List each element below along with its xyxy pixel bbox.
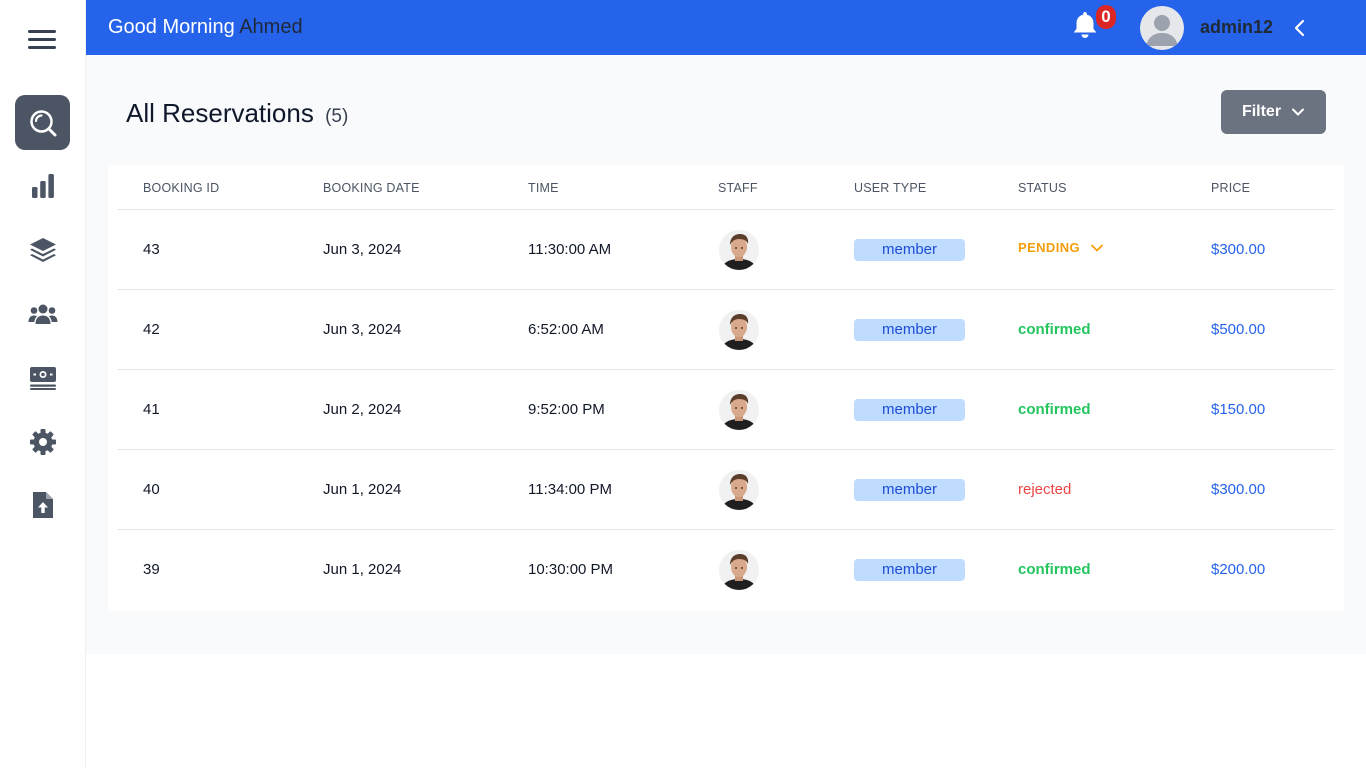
booking-time: 9:52:00 PM: [528, 401, 605, 418]
price: $500.00: [1211, 321, 1266, 338]
booking-date: Jun 1, 2024: [323, 561, 402, 578]
price: $150.00: [1211, 401, 1266, 418]
chevron-down-icon: [1292, 108, 1305, 116]
hamburger-menu-icon[interactable]: [28, 28, 56, 50]
user-type-badge: member: [854, 559, 965, 581]
booking-date: Jun 3, 2024: [323, 241, 402, 258]
staff-avatar[interactable]: [719, 390, 759, 430]
filter-label: Filter: [1241, 103, 1282, 120]
table-row[interactable]: 40 Jun 1, 2024 11:34:00 PM member reject…: [117, 450, 1334, 530]
booking-time: 6:52:00 AM: [528, 321, 604, 338]
price: $300.00: [1211, 241, 1266, 258]
status-label: PENDING: [1018, 240, 1081, 255]
booking-date: Jun 1, 2024: [323, 481, 402, 498]
user-type-badge: member: [854, 319, 965, 341]
reservation-count: (5): [325, 106, 349, 127]
sidebar: [0, 0, 86, 768]
greeting: Good Morning Ahmed: [108, 16, 303, 39]
staff-avatar[interactable]: [719, 470, 759, 510]
user-type-badge: member: [854, 479, 965, 501]
column-header-booking-id[interactable]: BOOKING ID: [143, 181, 219, 195]
sidebar-item-statistics[interactable]: [15, 158, 70, 213]
page-title: All Reservations (5): [126, 98, 348, 129]
sidebar-item-search[interactable]: [15, 95, 70, 150]
reservations-table: BOOKING ID BOOKING DATE TIME STAFF USER …: [108, 165, 1344, 611]
column-header-booking-date[interactable]: BOOKING DATE: [323, 181, 420, 195]
price: $200.00: [1211, 561, 1266, 578]
booking-id: 40: [143, 481, 160, 498]
sidebar-item-users[interactable]: [15, 286, 70, 341]
table-row[interactable]: 42 Jun 3, 2024 6:52:00 AM member confirm…: [117, 290, 1334, 370]
booking-id: 42: [143, 321, 160, 338]
notification-count-badge: 0: [1096, 5, 1116, 29]
money-icon: [29, 366, 56, 390]
sidebar-item-file-upload[interactable]: [15, 477, 70, 532]
file-upload-icon: [32, 491, 53, 518]
top-bar: Good Morning Ahmed 0 admin12: [86, 0, 1366, 55]
user-avatar[interactable]: [1140, 6, 1184, 50]
greeting-text: Good Morning: [108, 16, 235, 38]
booking-time: 10:30:00 PM: [528, 561, 614, 578]
status-badge: confirmed: [1018, 401, 1091, 418]
user-type-badge: member: [854, 239, 965, 261]
booking-time: 11:34:00 PM: [528, 481, 612, 498]
booking-id: 41: [143, 401, 160, 418]
booking-date: Jun 3, 2024: [323, 321, 402, 338]
search-icon: [29, 109, 56, 136]
sidebar-item-settings[interactable]: [15, 414, 70, 469]
staff-avatar[interactable]: [719, 310, 759, 350]
column-header-time[interactable]: TIME: [528, 181, 559, 195]
chevron-left-icon[interactable]: [1292, 17, 1308, 39]
table-row[interactable]: 39 Jun 1, 2024 10:30:00 PM member confir…: [117, 530, 1334, 610]
notifications-bell-icon[interactable]: [1072, 10, 1098, 40]
booking-date: Jun 2, 2024: [323, 401, 402, 418]
username[interactable]: admin12: [1200, 17, 1273, 38]
status-badge: confirmed: [1018, 561, 1091, 578]
column-header-user-type[interactable]: USER TYPE: [854, 181, 926, 195]
column-header-staff[interactable]: STAFF: [718, 181, 758, 195]
table-row[interactable]: 41 Jun 2, 2024 9:52:00 PM member confirm…: [117, 370, 1334, 450]
user-type-badge: member: [854, 399, 965, 421]
page-title-text: All Reservations: [126, 98, 314, 128]
sidebar-item-payments[interactable]: [15, 350, 70, 405]
table-row[interactable]: 43 Jun 3, 2024 11:30:00 AM member PENDIN…: [117, 210, 1334, 290]
staff-avatar[interactable]: [719, 230, 759, 270]
filter-button[interactable]: Filter: [1221, 90, 1326, 134]
gear-icon: [29, 428, 56, 455]
status-badge: rejected: [1018, 481, 1072, 498]
table-header: BOOKING ID BOOKING DATE TIME STAFF USER …: [117, 165, 1334, 210]
price: $300.00: [1211, 481, 1266, 498]
chevron-down-icon: [1091, 244, 1103, 252]
users-icon: [28, 304, 57, 324]
sidebar-item-layers[interactable]: [15, 222, 70, 277]
greeting-username: Ahmed: [239, 16, 303, 38]
booking-id: 39: [143, 561, 160, 578]
main-content: All Reservations (5) Filter BOOKING ID B…: [86, 55, 1366, 654]
booking-time: 11:30:00 AM: [528, 241, 612, 258]
staff-avatar[interactable]: [719, 550, 759, 590]
layers-icon: [29, 237, 56, 262]
status-badge: confirmed: [1018, 321, 1091, 338]
booking-id: 43: [143, 241, 160, 258]
column-header-price[interactable]: PRICE: [1211, 181, 1250, 195]
column-header-status[interactable]: STATUS: [1018, 181, 1067, 195]
bar-chart-icon: [31, 173, 54, 198]
status-dropdown[interactable]: PENDING: [1018, 240, 1104, 255]
